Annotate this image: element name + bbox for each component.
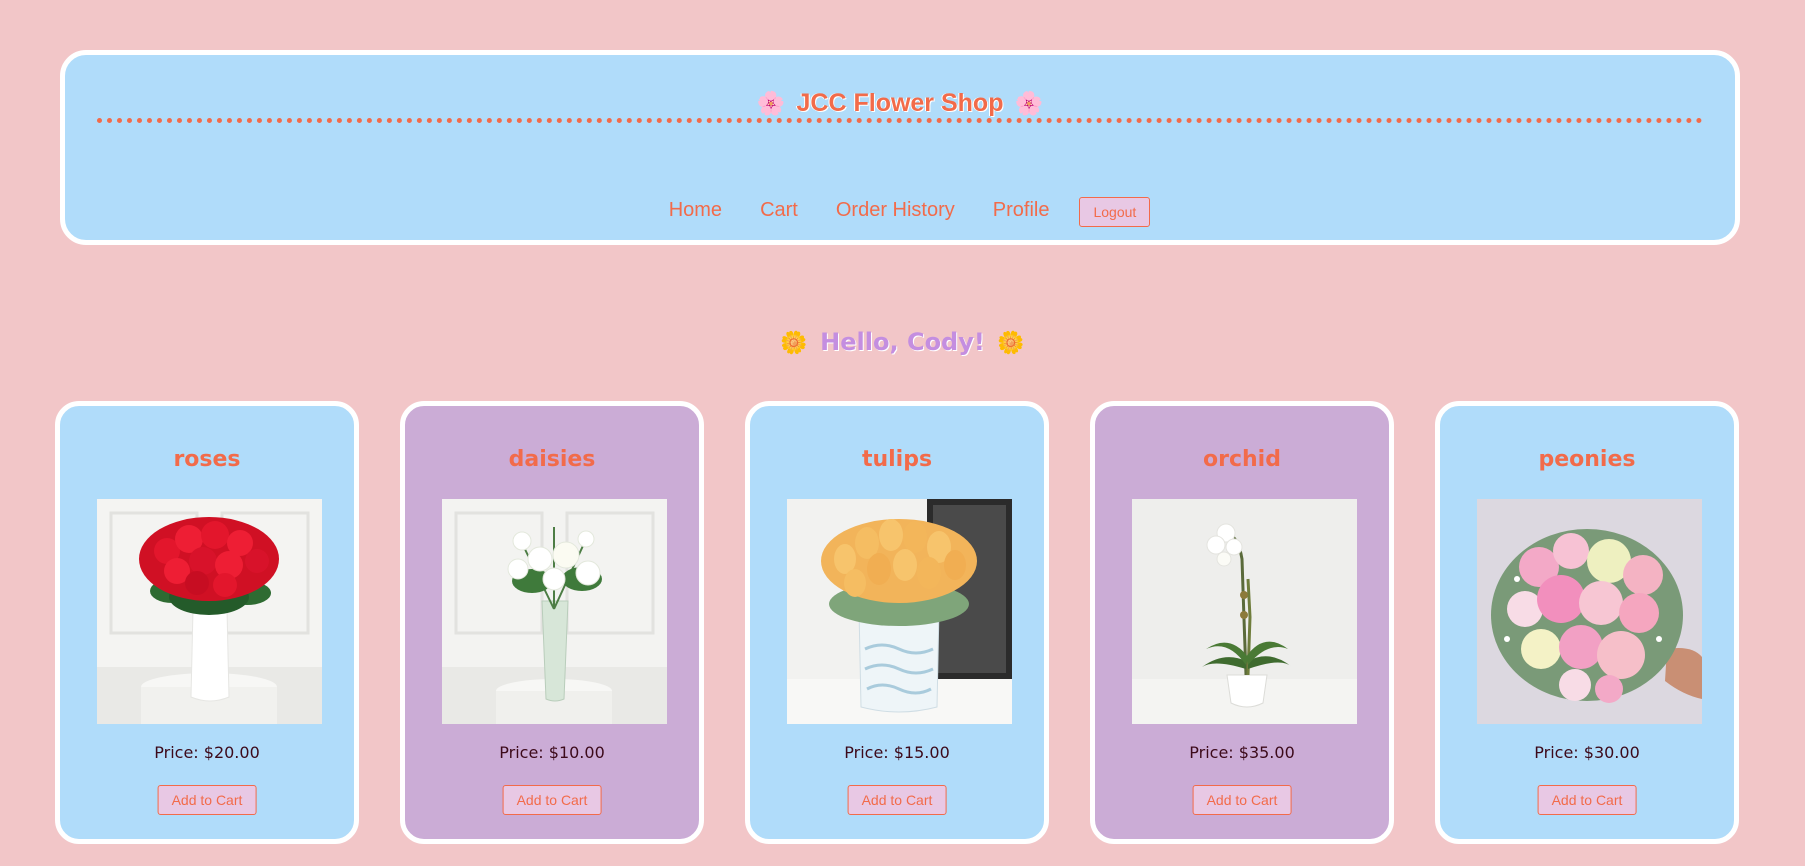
shop-title-text: JCC Flower Shop [796,89,1004,117]
nav-cart-link[interactable]: Cart [760,199,798,222]
product-price: Price: $15.00 [844,743,950,762]
product-name: peonies [1538,447,1636,472]
product-name: tulips [861,447,933,472]
daisies-image [442,499,667,724]
add-to-cart-button[interactable]: Add to Cart [1537,785,1637,815]
product-price: Price: $35.00 [1189,743,1295,762]
product-name: daisies [508,447,596,472]
greeting-text: Hello, Cody! [820,328,985,356]
add-to-cart-button[interactable]: Add to Cart [847,785,947,815]
nav-home-link[interactable]: Home [669,199,722,222]
product-card-tulips: tulips Price: $15.00 Add to Cart [745,401,1049,844]
white-orchid-in-pot-icon [1132,499,1357,724]
shop-title: 🌸 JCC Flower Shop 🌸 [65,89,1735,118]
blossom-icon: 🌼 [780,331,808,356]
white-flowers-in-vase-icon [442,499,667,724]
yellow-tulips-in-vase-icon [787,499,1012,724]
red-roses-in-vase-icon [97,499,322,724]
add-to-cart-button[interactable]: Add to Cart [1192,785,1292,815]
product-card-daisies: daisies Price: $10.00 Add to Cart [400,401,704,844]
add-to-cart-button[interactable]: Add to Cart [157,785,257,815]
product-price: Price: $10.00 [499,743,605,762]
product-price: Price: $20.00 [154,743,260,762]
orchid-image [1132,499,1357,724]
dotted-divider [97,118,1703,123]
cherry-blossom-icon: 🌸 [756,91,786,117]
product-card-peonies: peonies Price: $30.00 Add to Cart [1435,401,1739,844]
blossom-icon: 🌼 [997,331,1025,356]
site-header: 🌸 JCC Flower Shop 🌸 Home Cart Order Hist… [60,50,1740,245]
greeting: 🌼 Hello, Cody! 🌼 [0,328,1805,356]
product-name: orchid [1203,447,1281,472]
nav-profile-link[interactable]: Profile [993,199,1050,222]
main-nav: Home Cart Order History Profile Logout [65,193,1735,227]
pink-peony-bouquet-icon [1477,499,1702,724]
roses-image [97,499,322,724]
peonies-image [1477,499,1702,724]
product-name: roses [173,447,241,472]
logout-button[interactable]: Logout [1079,197,1151,227]
product-card-orchid: orchid Price: $35.00 Add to Cart [1090,401,1394,844]
nav-order-history-link[interactable]: Order History [836,199,955,222]
tulips-image [787,499,1012,724]
product-card-roses: roses Price: $20.00 Add to Cart [55,401,359,844]
add-to-cart-button[interactable]: Add to Cart [502,785,602,815]
product-price: Price: $30.00 [1534,743,1640,762]
cherry-blossom-icon: 🌸 [1014,91,1044,117]
